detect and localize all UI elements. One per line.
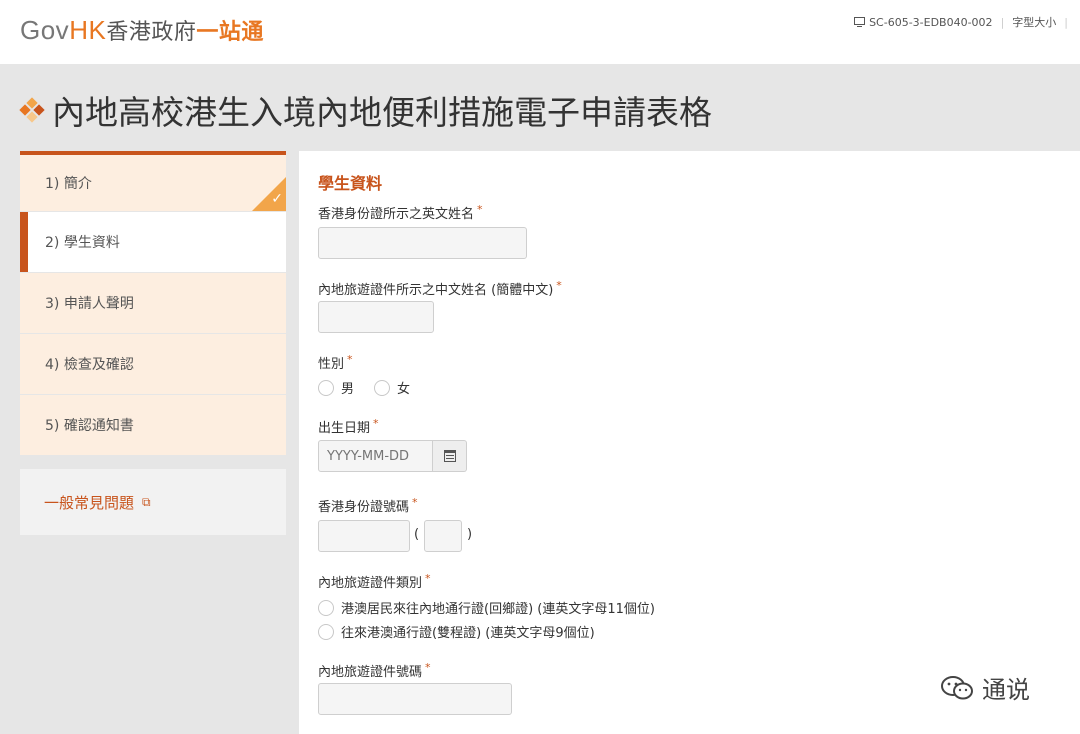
required-mark: * [347, 353, 353, 366]
required-mark: * [373, 417, 379, 430]
sidebar-step-student-info[interactable]: 2) 學生資料 [20, 212, 286, 272]
font-size-link[interactable]: 字型大小 [1012, 14, 1056, 30]
form-panel: 學生資料 香港身份證所示之英文姓名 * 內地旅遊證件所示之中文姓名 (簡體中文) *… [299, 151, 1080, 734]
doc-type-two-way-radio[interactable] [318, 623, 334, 640]
wechat-icon [941, 675, 973, 699]
sidebar-step-declaration[interactable]: 3) 申請人聲明 [20, 273, 286, 333]
doc-type-home-return-label: 港澳居民來往內地通行證(回鄉證) (連英文字母11個位) [341, 602, 655, 617]
form-code: SC-605-3-EDB040-002 [869, 15, 993, 29]
sidebar-step-acknowledgement[interactable]: 5) 確認通知書 [20, 395, 286, 455]
header-utilities: SC-605-3-EDB040-002 | 字型大小 | [854, 14, 1076, 30]
hkid-label: 香港身份證號碼 * [318, 496, 418, 515]
faq-link[interactable]: 一般常見問題 ⧉ [20, 469, 286, 535]
gender-male-radio[interactable] [318, 379, 334, 396]
step-sidebar: 1) 簡介 ✓ 2) 學生資料 3) 申請人聲明 4) 檢查及確認 5) 確認通… [20, 151, 286, 456]
sidebar-step-label: 3) 申請人聲明 [45, 296, 134, 312]
required-mark: * [412, 496, 418, 509]
sidebar-step-review[interactable]: 4) 檢查及確認 [20, 334, 286, 394]
doc-type-home-return-radio[interactable] [318, 599, 334, 616]
english-name-input[interactable] [318, 227, 527, 259]
page-title: 內地高校港生入境內地便利措施電子申請表格 [19, 86, 712, 134]
page-title-text: 內地高校港生入境內地便利措施電子申請表格 [52, 93, 712, 132]
doc-number-input[interactable] [318, 683, 512, 715]
doc-type-option: 往來港澳通行證(雙程證) (連英文字母9個位) [318, 622, 595, 641]
divider: | [1000, 15, 1005, 29]
dob-label: 出生日期 * [318, 417, 379, 436]
gender-female-label: 女 [397, 382, 411, 397]
govhk-logo[interactable]: GovHK香港政府一站通 [20, 14, 264, 46]
gender-female-radio[interactable] [374, 379, 391, 396]
calendar-icon [443, 450, 456, 462]
required-mark: * [425, 572, 431, 585]
required-mark: * [425, 661, 431, 674]
required-mark: * [556, 279, 562, 292]
date-picker-button[interactable] [433, 440, 467, 472]
sidebar-step-label: 5) 確認通知書 [45, 418, 134, 434]
sidebar-step-label: 2) 學生資料 [45, 235, 120, 251]
doc-number-label: 內地旅遊證件號碼 * [318, 661, 431, 680]
logo-cn-text: 香港政府 [106, 20, 197, 45]
site-header: GovHK香港政府一站通 SC-605-3-EDB040-002 | 字型大小 … [0, 0, 1080, 64]
gender-radio-group: 男 女 [318, 378, 410, 397]
section-title: 學生資料 [318, 174, 383, 193]
chinese-name-input[interactable] [318, 301, 434, 333]
check-icon: ✓ [271, 191, 283, 207]
dob-input[interactable] [318, 440, 433, 472]
sidebar-step-intro[interactable]: 1) 簡介 ✓ [20, 151, 286, 211]
hkid-check-digit-input[interactable] [424, 520, 462, 552]
external-link-icon: ⧉ [142, 494, 151, 509]
logo-one-stop-text: 一站通 [196, 20, 264, 45]
required-mark: * [477, 203, 483, 216]
diamond-icon [19, 97, 45, 123]
logo-gov-text: Gov [20, 15, 70, 45]
doc-type-label: 內地旅遊證件類別 * [318, 572, 431, 591]
divider: | [1064, 15, 1068, 29]
close-paren: ) [467, 527, 473, 542]
hkid-number-input[interactable] [318, 520, 410, 552]
open-paren: ( [414, 527, 420, 542]
gender-male-label: 男 [341, 382, 355, 397]
wechat-watermark: 通说 [940, 670, 1030, 705]
sidebar-step-label: 4) 檢查及確認 [45, 357, 134, 373]
gender-label: 性別 * [318, 353, 353, 372]
watermark-text: 通说 [982, 676, 1030, 704]
faq-label: 一般常見問題 [44, 493, 135, 512]
logo-hk-text: HK [69, 15, 107, 45]
english-name-label: 香港身份證所示之英文姓名 * [318, 203, 483, 222]
monitor-icon [854, 17, 866, 27]
doc-type-two-way-label: 往來港澳通行證(雙程證) (連英文字母9個位) [341, 626, 595, 641]
doc-type-option: 港澳居民來往內地通行證(回鄉證) (連英文字母11個位) [318, 598, 655, 617]
sidebar-step-label: 1) 簡介 [45, 176, 92, 192]
chinese-name-label: 內地旅遊證件所示之中文姓名 (簡體中文) * [318, 279, 562, 298]
